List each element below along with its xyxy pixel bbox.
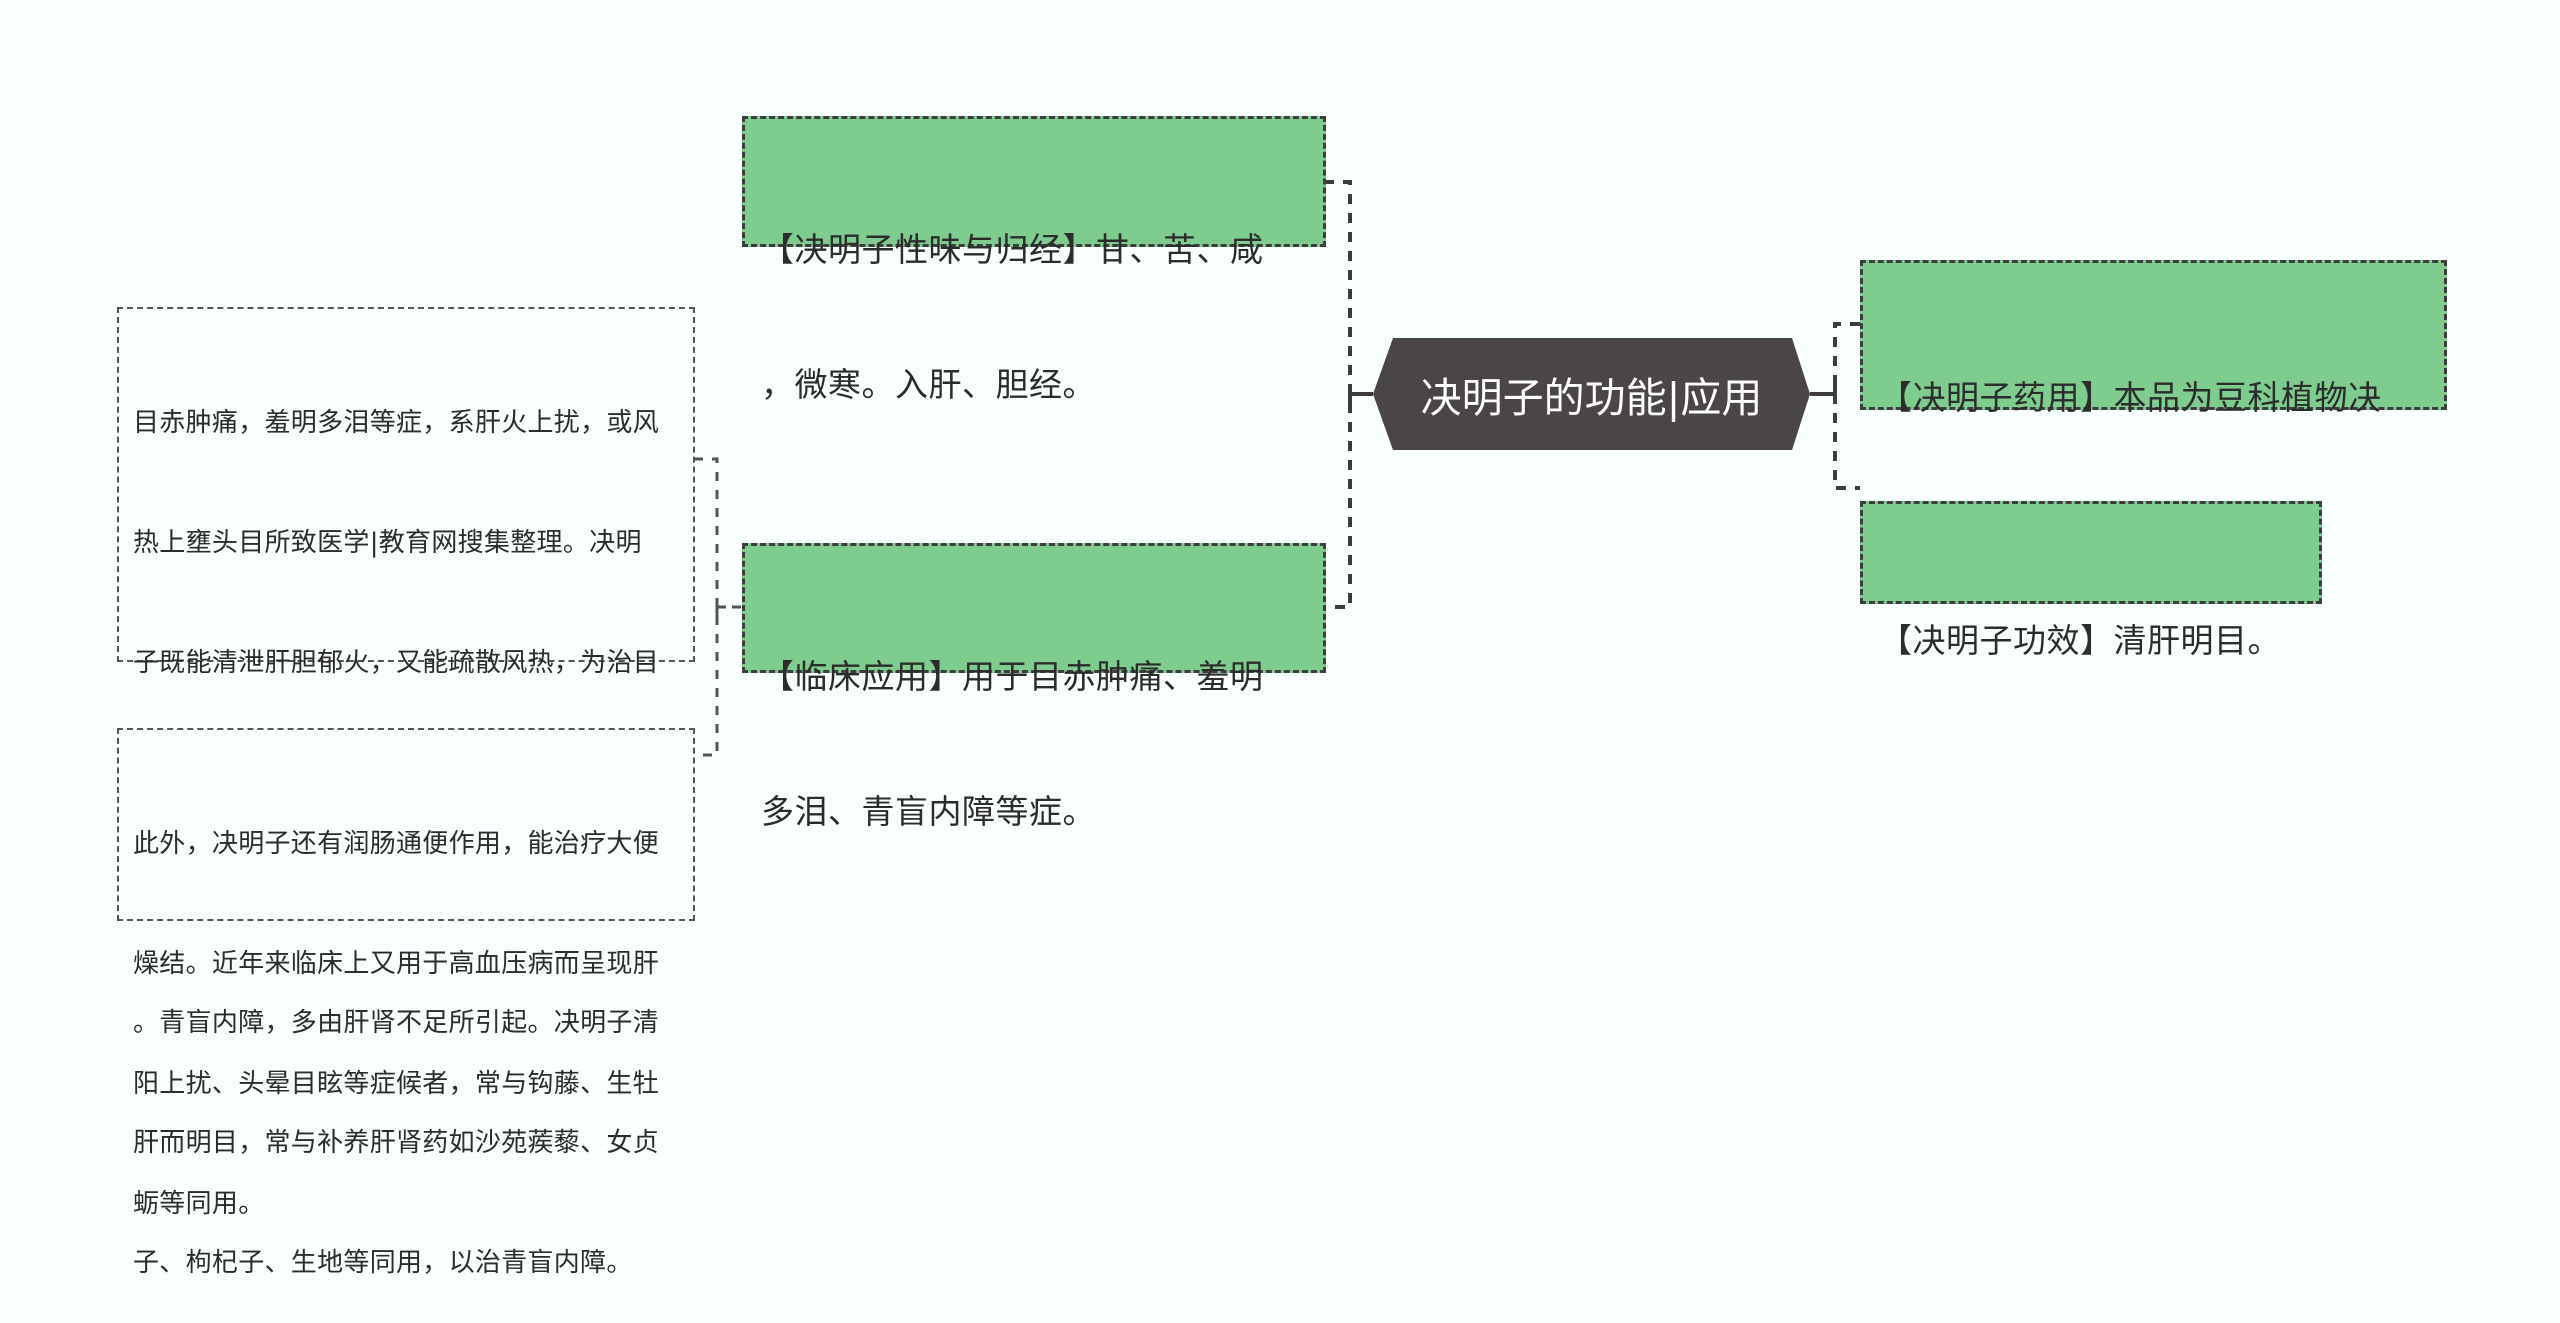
central-topic[interactable]: 决明子的功能|应用 [1373,338,1810,450]
connector-right-bracket [1833,322,1860,490]
detail-text-line: 热上壅头目所致医学|教育网搜集整理。决明 [133,528,642,558]
detail-text-line: 此外，决明子还有润肠通便作用，能治疗大便 [133,829,660,859]
detail-text-line: 目赤肿痛，羞明多泪等症，系肝火上扰，或风 [133,408,660,438]
detail-text-line: 阳上扰、头晕目眩等症候者，常与钩藤、生牡 [133,1069,660,1099]
branch-text-line: 【决明子药用】本品为豆科植物决 [1879,378,2382,417]
detail-text-line: 子既能清泄肝胆郁火，又能疏散风热，为治目 [133,648,660,678]
branch-text-line: 多泪、青盲内障等症。 [761,792,1096,831]
branch-text-line: 【决明子功效】清肝明目。 [1879,621,2281,660]
detail-text-line: 。青盲内障，多由肝肾不足所引起。决明子清 [133,1008,660,1038]
branch-text-line: 【临床应用】用于目赤肿痛、羞明 [761,657,1264,696]
detail-text-line: 蛎等同用。 [133,1189,265,1219]
connector-left-bracket [1324,180,1352,609]
branch-clinical-use[interactable]: 【临床应用】用于目赤肿痛、羞明 多泪、青盲内障等症。 [742,543,1326,831]
detail-clinical-eye[interactable]: 目赤肿痛，羞明多泪等症，系肝火上扰，或风 热上壅头目所致医学|教育网搜集整理。决… [117,307,695,1278]
detail-text-line: 燥结。近年来临床上又用于高血压病而呈现肝 [133,949,660,979]
branch-medicinal-source[interactable]: 【决明子药用】本品为豆科植物决 明的成熟种子。 [1860,260,2447,552]
branch-text-line: ，微寒。入肝、胆经。 [761,365,1096,404]
branch-properties[interactable]: 【决明子性味与归经】甘、苦、咸 ，微寒。入肝、胆经。 [742,116,1326,404]
detail-clinical-laxative[interactable]: 此外，决明子还有润肠通便作用，能治疗大便 燥结。近年来临床上又用于高血压病而呈现… [117,728,695,1219]
connector-detail-bracket [694,457,719,757]
detail-text-line: 肝而明目，常与补养肝肾药如沙苑蒺藜、女贞 [133,1128,660,1158]
central-topic-title: 决明子的功能|应用 [1420,374,1763,422]
detail-text-line: 子、枸杞子、生地等同用，以治青盲内障。 [133,1248,633,1278]
branch-efficacy[interactable]: 【决明子功效】清肝明目。 [1860,501,2322,660]
branch-text-line: 【决明子性味与归经】甘、苦、咸 [761,230,1264,269]
